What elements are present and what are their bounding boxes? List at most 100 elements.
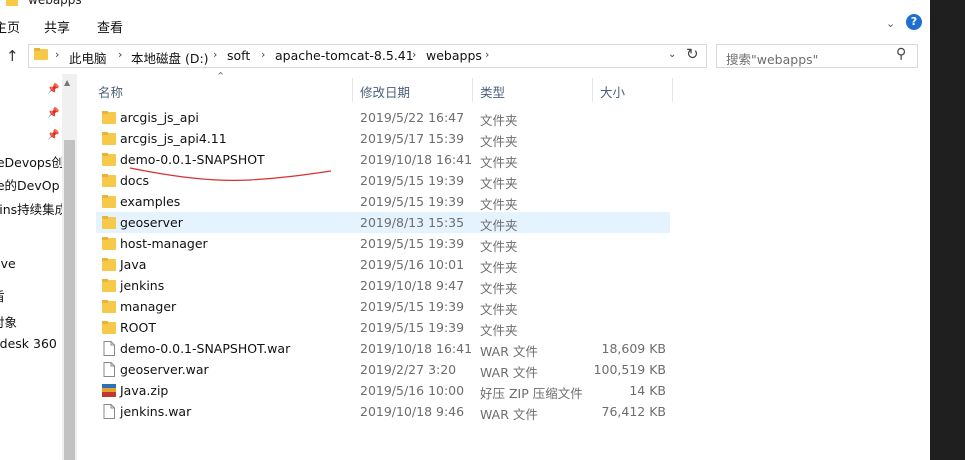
file-modified-date: 2019/10/18 9:46 bbox=[360, 404, 465, 419]
breadcrumb-this-pc[interactable]: 此电脑 bbox=[69, 48, 107, 67]
folder-icon bbox=[102, 237, 116, 250]
file-type: WAR 文件 bbox=[480, 407, 538, 422]
help-icon[interactable]: ? bbox=[906, 14, 922, 30]
search-icon[interactable]: ⚲ bbox=[896, 46, 906, 62]
file-modified-date: 2019/10/18 16:41 bbox=[360, 152, 473, 167]
file-row[interactable]: geoserver.war 2019/2/27 3:20 WAR 文件 100,519… bbox=[96, 359, 670, 380]
file-modified-date: 2019/5/16 10:01 bbox=[360, 257, 465, 272]
tab-home[interactable]: 主页 bbox=[0, 17, 20, 36]
column-divider[interactable] bbox=[592, 78, 593, 102]
file-modified-date: 2019/2/27 3:20 bbox=[360, 362, 457, 377]
pin-icon[interactable]: 📌 bbox=[47, 130, 59, 141]
file-row[interactable]: demo-0.0.1-SNAPSHOT.war 2019/10/18 16:41 W… bbox=[96, 338, 670, 359]
file-name: ROOT bbox=[120, 320, 156, 335]
folder-icon bbox=[102, 153, 116, 166]
chevron-right-icon[interactable]: › bbox=[213, 48, 217, 61]
nav-item[interactable]: odesk 360 bbox=[0, 336, 57, 351]
file-name: examples bbox=[120, 194, 181, 209]
chevron-right-icon[interactable]: › bbox=[412, 48, 416, 61]
file-type: 文件夹 bbox=[480, 281, 518, 296]
folder-icon bbox=[102, 111, 116, 124]
file-row[interactable]: examples 2019/5/15 19:39 文件夹 bbox=[96, 191, 670, 212]
refresh-icon[interactable]: ↻ bbox=[686, 45, 699, 63]
file-row[interactable]: Java.zip 2019/5/16 10:00 好压 ZIP 压缩文件 14 KB bbox=[96, 380, 670, 401]
nav-scrollbar-thumb[interactable] bbox=[64, 140, 75, 460]
file-name: demo-0.0.1-SNAPSHOT.war bbox=[120, 341, 291, 356]
file-row[interactable]: geoserver 2019/8/13 15:35 文件夹 bbox=[96, 212, 670, 233]
nav-item[interactable]: reDevops创 bbox=[0, 152, 64, 171]
nav-item[interactable]: re的DevOp bbox=[0, 175, 60, 194]
file-name: host-manager bbox=[120, 236, 208, 251]
tab-view[interactable]: 查看 bbox=[97, 17, 123, 36]
chevron-down-icon[interactable]: ⌄ bbox=[886, 17, 895, 30]
file-type: 文件夹 bbox=[480, 113, 518, 128]
file-name: geoserver.war bbox=[120, 362, 209, 377]
file-icon bbox=[103, 404, 115, 419]
file-row[interactable]: ROOT 2019/5/15 19:39 文件夹 bbox=[96, 317, 670, 338]
breadcrumb-drive-d[interactable]: 本地磁盘 (D:) bbox=[131, 48, 209, 67]
folder-icon bbox=[34, 48, 48, 60]
chevron-right-icon[interactable]: › bbox=[485, 48, 489, 61]
file-row[interactable]: demo-0.0.1-SNAPSHOT 2019/10/18 16:41 文件夹 bbox=[96, 149, 670, 170]
column-header-date[interactable]: 修改日期 bbox=[360, 82, 410, 101]
chevron-right-icon[interactable]: › bbox=[261, 48, 265, 61]
column-divider[interactable] bbox=[352, 78, 353, 102]
file-type: WAR 文件 bbox=[480, 344, 538, 359]
file-type: 文件夹 bbox=[480, 197, 518, 212]
column-header-name[interactable]: 名称 bbox=[98, 82, 123, 101]
file-size: 76,412 KB bbox=[601, 404, 666, 419]
file-name: geoserver bbox=[120, 215, 183, 230]
file-modified-date: 2019/10/18 16:41 bbox=[360, 341, 473, 356]
file-modified-date: 2019/5/15 19:39 bbox=[360, 299, 465, 314]
file-row[interactable]: arcgis_js_api4.11 2019/5/17 15:39 文件夹 bbox=[96, 128, 670, 149]
nav-item[interactable]: 盾 bbox=[0, 286, 5, 305]
file-type: 好压 ZIP 压缩文件 bbox=[480, 386, 583, 401]
column-header-type[interactable]: 类型 bbox=[480, 82, 505, 101]
breadcrumb-soft[interactable]: soft bbox=[227, 48, 250, 63]
chevron-right-icon[interactable]: › bbox=[55, 48, 59, 61]
column-divider[interactable] bbox=[672, 78, 673, 102]
window-title: webapps bbox=[28, 0, 82, 7]
file-row[interactable]: docs 2019/5/15 19:39 文件夹 bbox=[96, 170, 670, 191]
scroll-up-icon[interactable]: ▲ bbox=[64, 78, 70, 87]
file-type: 文件夹 bbox=[480, 302, 518, 317]
file-name: demo-0.0.1-SNAPSHOT bbox=[120, 152, 265, 167]
breadcrumb-webapps[interactable]: webapps bbox=[426, 48, 482, 63]
column-header-size[interactable]: 大小 bbox=[600, 82, 625, 101]
file-row[interactable]: manager 2019/5/15 19:39 文件夹 bbox=[96, 296, 670, 317]
tab-share[interactable]: 共享 bbox=[44, 17, 70, 36]
file-modified-date: 2019/5/15 19:39 bbox=[360, 194, 465, 209]
file-row[interactable]: Java 2019/5/16 10:01 文件夹 bbox=[96, 254, 670, 275]
file-row[interactable]: jenkins.war 2019/10/18 9:46 WAR 文件 76,412 K… bbox=[96, 401, 670, 422]
nav-item[interactable]: kins持续集成 bbox=[0, 199, 67, 218]
nav-item[interactable]: 对象 bbox=[0, 312, 17, 331]
file-modified-date: 2019/5/15 19:39 bbox=[360, 173, 465, 188]
file-name: arcgis_js_api4.11 bbox=[120, 131, 227, 146]
file-row[interactable]: host-manager 2019/5/15 19:39 文件夹 bbox=[96, 233, 670, 254]
file-size: 14 KB bbox=[629, 383, 666, 398]
file-modified-date: 2019/5/15 19:39 bbox=[360, 320, 465, 335]
file-row[interactable]: jenkins 2019/10/18 9:47 文件夹 bbox=[96, 275, 670, 296]
folder-icon bbox=[102, 216, 116, 229]
folder-icon bbox=[102, 195, 116, 208]
file-type: WAR 文件 bbox=[480, 365, 538, 380]
folder-icon bbox=[102, 258, 116, 271]
file-row[interactable]: arcgis_js_api 2019/5/22 16:47 文件夹 bbox=[96, 107, 670, 128]
pin-icon[interactable]: 📌 bbox=[47, 108, 59, 119]
file-modified-date: 2019/5/15 19:39 bbox=[360, 236, 465, 251]
chevron-down-icon[interactable]: ⌄ bbox=[668, 49, 676, 60]
nav-item[interactable]: rive bbox=[0, 256, 16, 271]
column-divider[interactable] bbox=[472, 78, 473, 102]
pin-icon[interactable]: 📌 bbox=[47, 84, 59, 95]
folder-icon bbox=[102, 300, 116, 313]
file-name: jenkins bbox=[120, 278, 165, 293]
folder-icon bbox=[102, 132, 116, 145]
file-modified-date: 2019/5/22 16:47 bbox=[360, 110, 465, 125]
up-arrow-icon[interactable]: ↑ bbox=[6, 47, 19, 65]
background-window bbox=[930, 0, 965, 460]
chevron-right-icon[interactable]: › bbox=[118, 48, 122, 61]
ribbon-tabs: 主页 共享 查看 bbox=[0, 12, 930, 40]
file-icon bbox=[103, 341, 115, 356]
file-name: manager bbox=[120, 299, 177, 314]
breadcrumb-tomcat[interactable]: apache-tomcat-8.5.41 bbox=[275, 48, 414, 63]
